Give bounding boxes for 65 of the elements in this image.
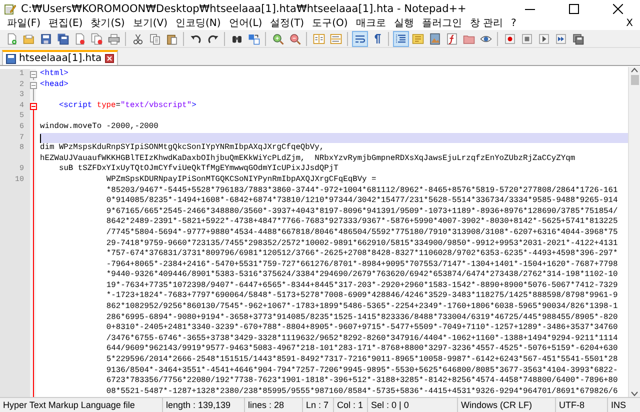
menu-item[interactable]: 파일(F) (3, 17, 45, 30)
fold-minus-icon[interactable] (30, 82, 37, 89)
document-map-icon[interactable] (412, 32, 424, 44)
fold-minus-icon[interactable] (30, 102, 37, 110)
scissors-icon[interactable] (132, 32, 144, 44)
close-document-button[interactable]: X (623, 18, 636, 29)
window-title: C:₩Users₩KOROMOON₩Desktop₩htseelaaa[1].hta₩htseelaaa[1].hta - Notepad++ (21, 2, 468, 14)
image-icon[interactable] (428, 32, 440, 44)
word-wrap-icon[interactable] (354, 32, 366, 44)
save-all-icon[interactable] (56, 32, 68, 44)
close-icon[interactable] (613, 4, 623, 14)
column-label: Col : 1 (337, 399, 364, 412)
menu-item[interactable]: ? (506, 17, 520, 30)
encoding-label: UTF-8 (559, 399, 584, 412)
vertical-scrollbar[interactable] (628, 67, 640, 397)
menu-item[interactable]: 실행 (390, 17, 418, 30)
copy-icon[interactable] (148, 32, 160, 44)
menu-item[interactable]: 언어(L) (224, 17, 266, 30)
menu-item[interactable]: 찾기(S) (86, 17, 129, 30)
maximize-icon[interactable] (569, 4, 579, 14)
print-icon[interactable] (108, 32, 120, 44)
fold-minus-icon[interactable] (30, 71, 37, 78)
text-caret (40, 134, 41, 143)
menu-item[interactable]: 플러그인 (418, 17, 466, 30)
sync-vertical-icon[interactable] (312, 32, 324, 44)
play-icon[interactable] (538, 32, 550, 44)
zoom-in-icon[interactable] (272, 32, 284, 44)
new-file-icon[interactable] (6, 32, 18, 44)
line-ending-label: Windows (CR LF) (461, 399, 532, 412)
save-macro-icon[interactable] (572, 32, 584, 44)
indent-guide-icon[interactable] (394, 32, 406, 44)
replace-icon[interactable] (248, 32, 260, 44)
menu-item[interactable]: 보기(V) (128, 17, 172, 30)
paste-icon[interactable] (166, 32, 178, 44)
menu-item[interactable]: 인코딩(N) (172, 17, 225, 30)
file-tab[interactable]: htseelaaa[1].hta (2, 50, 118, 65)
function-icon[interactable] (446, 32, 458, 44)
menu-item[interactable]: 도구(O) (308, 17, 352, 30)
scrollbar-thumb[interactable] (630, 75, 638, 85)
menu-item[interactable]: 편집(E) (44, 17, 87, 30)
insert-mode-label: INS (611, 399, 626, 412)
notepad-app-icon (4, 2, 16, 14)
zoom-out-icon[interactable] (288, 32, 300, 44)
line-position-label: Ln : 7 (306, 399, 329, 412)
menu-item[interactable]: 설정(T) (266, 17, 308, 30)
close-file-icon[interactable] (74, 32, 86, 44)
scroll-up-icon[interactable] (631, 67, 638, 73)
length-label: length : 139,139 (166, 399, 231, 412)
menu-item[interactable]: 창 관리 (466, 17, 507, 30)
folder-icon[interactable] (462, 32, 474, 44)
scroll-down-icon[interactable] (631, 391, 638, 397)
close-tab-icon[interactable] (104, 54, 114, 63)
stop-icon[interactable] (520, 32, 532, 44)
lines-label: lines : 28 (248, 399, 284, 412)
save-icon[interactable] (40, 32, 52, 44)
close-all-icon[interactable] (90, 32, 102, 44)
open-folder-icon[interactable] (22, 32, 34, 44)
undo-icon[interactable] (190, 32, 202, 44)
redo-icon[interactable] (206, 32, 218, 44)
fast-forward-icon[interactable] (554, 32, 566, 44)
selection-label: Sel : 0 | 0 (371, 399, 409, 412)
file-type-label: Hyper Text Markup Language file (3, 399, 135, 412)
menu-item[interactable]: 매크로 (352, 17, 390, 30)
sync-horizontal-icon[interactable] (330, 32, 342, 44)
record-icon[interactable] (504, 32, 516, 44)
